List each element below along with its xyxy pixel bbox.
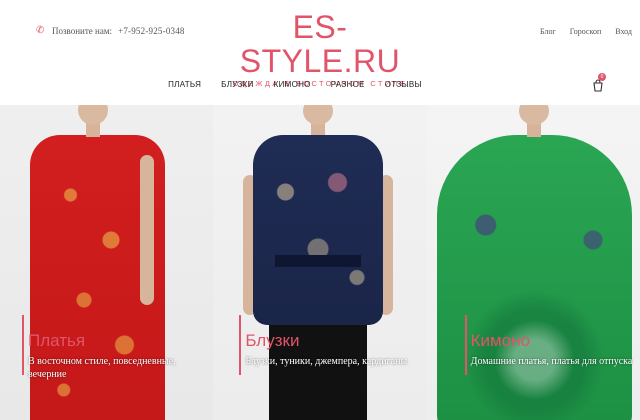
nav-item-dresses[interactable]: ПЛАТЬЯ — [158, 80, 211, 89]
nav-item-kimono[interactable]: КИМОНО — [264, 80, 321, 89]
model-neck — [86, 123, 100, 137]
category-dresses[interactable]: Платья В восточном стиле, повседневные, … — [0, 105, 214, 420]
link-login[interactable]: Вход — [615, 27, 632, 36]
link-horoscope[interactable]: Гороскоп — [570, 27, 601, 36]
model-arm — [140, 155, 154, 305]
phone-icon: ✆ — [36, 25, 45, 36]
caption-accent-bar — [239, 315, 242, 375]
navy-blouse — [253, 135, 384, 325]
blouse-belt — [275, 255, 362, 267]
category-title[interactable]: Платья — [28, 331, 85, 351]
phone-number[interactable]: +7-952-925-0348 — [118, 26, 185, 36]
caption-accent-bar — [464, 315, 467, 375]
category-blouses[interactable]: Блузки Блузки, туники, джемпера, кардига… — [213, 105, 427, 420]
kimono-photo — [427, 105, 640, 420]
link-blog[interactable]: Блог — [540, 27, 556, 36]
phone-label: Позвоните нам: — [52, 26, 113, 36]
logo-title: ES-STYLE.RU — [239, 9, 401, 79]
category-panels: Платья В восточном стиле, повседневные, … — [0, 105, 640, 420]
nav-item-misc[interactable]: РАЗНОЕ — [321, 80, 375, 89]
category-title[interactable]: Кимоно — [471, 331, 530, 351]
model-head — [518, 105, 549, 125]
category-kimono[interactable]: Кимоно Домашние платья, платья для отпус… — [426, 105, 640, 420]
nav-item-reviews[interactable]: ОТЗЫВЫ — [375, 80, 432, 89]
green-kimono — [436, 135, 632, 420]
site-logo[interactable]: ES-STYLE.RU ОДЕЖДА В ВОСТОЧНОМ СТИЛЕ — [220, 10, 420, 88]
main-nav: ПЛАТЬЯ БЛУЗКИ КИМОНО РАЗНОЕ ОТЗЫВЫ — [0, 80, 640, 89]
nav-item-blouses[interactable]: БЛУЗКИ — [211, 80, 263, 89]
model-neck — [526, 123, 541, 137]
model-head — [303, 105, 334, 125]
category-title[interactable]: Блузки — [245, 331, 299, 351]
phone-contact[interactable]: ✆ Позвоните нам: +7-952-925-0348 — [36, 25, 185, 37]
site-header: ✆ Позвоните нам: +7-952-925-0348 ES-STYL… — [0, 0, 640, 105]
category-description: Домашние платья, платья для отпуска — [470, 356, 633, 367]
cart-count-badge: 0 — [598, 73, 606, 81]
category-description: Блузки, туники, джемпера, кардиганы — [245, 356, 408, 367]
cart-button[interactable]: 0 — [591, 73, 606, 92]
top-links: Блог Гороскоп Вход — [540, 27, 632, 36]
category-description: В восточном стиле, повседневные, вечерни… — [28, 356, 176, 380]
blouse-photo — [213, 105, 426, 420]
model-head — [78, 105, 108, 125]
caption-accent-bar — [22, 315, 24, 375]
